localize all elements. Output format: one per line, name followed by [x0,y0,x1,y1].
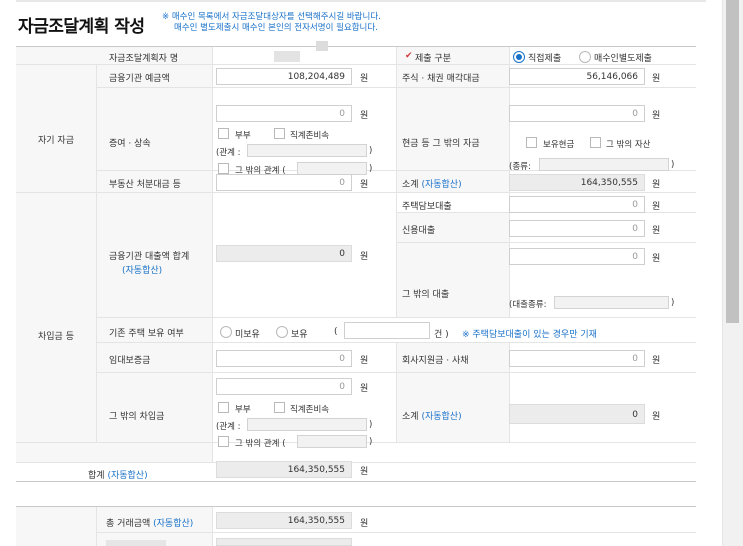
cash-other-asset-checkbox[interactable] [590,137,601,148]
total-value: 164,350,555 [216,461,352,478]
radio-house-none[interactable] [220,326,232,338]
existing-house-label: 기존 주택 보유 여부 [109,329,184,339]
rental-deposit-input[interactable]: 0 [216,350,352,367]
borrow-lineal-checkbox[interactable] [274,402,285,413]
borrow-other-relation-checkbox[interactable] [218,436,229,447]
other-loan-label: 그 밖의 대출 [402,290,450,300]
notice-text: ※ 매수인 목록에서 자금조달대상자를 선택해주시길 바랍니다. 매수인 별도제… [162,12,381,33]
gift-lineal-checkbox[interactable] [274,128,285,139]
realestate-input[interactable]: 0 [216,174,352,191]
cash-holding-checkbox[interactable] [526,137,537,148]
loan-subtotal-label: 소계 (자동합산) [402,412,462,422]
planner-label: 자금조달계획자 명 [109,54,179,64]
credit-loan-label: 신용대출 [402,226,436,236]
radio-separate-submit[interactable] [579,51,591,63]
own-subtotal-label: 소계 (자동합산) [402,180,462,190]
top-divider [16,0,706,2]
mortgage-input[interactable]: 0 [509,196,645,213]
page-title: 자금조달계획 작성 [18,17,145,37]
gift-relation-input[interactable] [247,144,367,157]
stock-input[interactable]: 56,146,066 [509,68,645,85]
borrow-relation-input[interactable] [247,418,367,431]
rental-deposit-label: 임대보증금 [109,356,151,366]
deposit-input[interactable]: 108,204,489 [216,68,352,85]
gift-other-relation-checkbox[interactable] [218,163,229,174]
total-label: 합계 (자동합산) [88,471,148,481]
radio-separate-submit-label: 매수인별도제출 [594,54,652,64]
deal-amount-label: 총 거래금액 (자동합산) [106,519,194,529]
credit-loan-input[interactable]: 0 [509,220,645,237]
house-count-input[interactable] [344,322,430,339]
cash-type-input[interactable] [539,158,669,171]
required-mark: ✔ [405,51,413,61]
other-borrowing-input[interactable]: 0 [216,378,352,395]
radio-direct-submit[interactable] [513,51,525,63]
loan-subtotal-value: 0 [509,404,645,424]
loan-section-label: 차입금 등 [38,332,74,342]
mortgage-label: 주택담보대출 [402,202,452,212]
bank-loan-total-value: 0 [216,245,352,262]
radio-direct-submit-label: 직접제출 [528,54,562,64]
planner-name-masked [274,51,300,62]
other-loan-input[interactable]: 0 [509,248,645,265]
cash-input[interactable]: 0 [509,105,645,122]
cash-label: 현금 등 그 밖의 자금 [402,139,480,149]
borrow-spouse-checkbox[interactable] [218,402,229,413]
company-fund-input[interactable]: 0 [509,350,645,367]
borrow-other-relation-input[interactable] [297,435,367,448]
radio-house-owned[interactable] [276,326,288,338]
gift-input[interactable]: 0 [216,105,352,122]
bank-loan-label: 금융기관 대출액 합계 [109,252,190,262]
company-fund-label: 회사지원금 · 사채 [402,356,469,366]
stock-label: 주식 · 채권 매각대금 [402,74,480,84]
other-borrowing-label: 그 밖의 차입금 [109,412,165,422]
scrollbar-thumb[interactable] [726,0,739,323]
existing-house-note: ※ 주택담보대출이 있는 경우만 기재 [462,330,597,340]
realestate-label: 부동산 처분대금 등 [109,180,181,190]
deposit-label: 금융기관 예금액 [109,74,170,84]
deal-amount-value: 164,350,555 [216,512,352,529]
submit-type-label: 제출 구분 [415,54,451,64]
other-loan-type-input[interactable] [554,296,669,309]
own-funds-section-label: 자기 자금 [38,136,74,146]
own-subtotal-value: 164,350,555 [509,174,645,191]
funding-plan-table: 자금조달계획자 명 ✔ 제출 구분 직접제출 매수인별도제출 자기 자금 금융기… [16,41,696,482]
bank-loan-auto-label: (자동합산) [122,266,163,276]
gift-label: 증여 · 상속 [109,139,151,149]
gift-spouse-checkbox[interactable] [218,128,229,139]
